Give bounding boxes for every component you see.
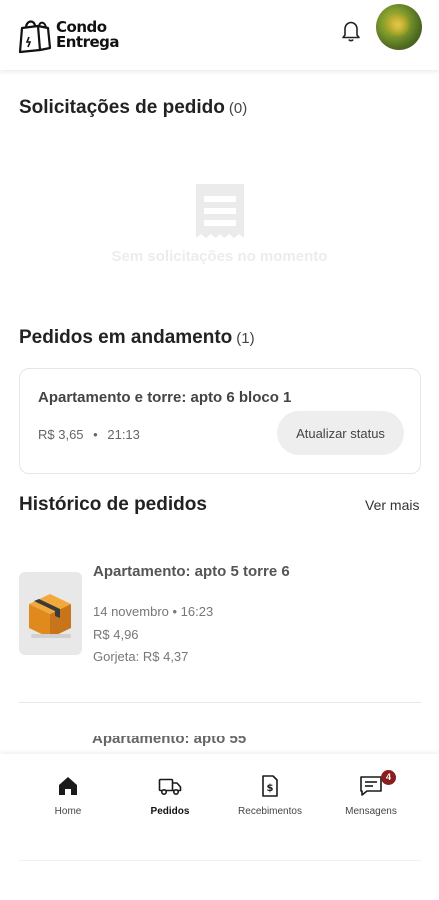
nav-label-mensagens: Mensagens (345, 806, 397, 817)
bottom-navigation: Home Pedidos $ Recebimentos 4 Mensagens (0, 754, 439, 900)
nav-item-pedidos[interactable]: Pedidos (120, 774, 220, 817)
avatar[interactable] (376, 4, 422, 50)
app-logo[interactable]: Condo Entrega (18, 16, 120, 54)
in-progress-section-title: Pedidos em andamento (1) (19, 327, 255, 349)
order-meta: R$ 3,65 • 21:13 (38, 427, 140, 442)
nav-item-recebimentos[interactable]: $ Recebimentos (220, 774, 320, 817)
requests-title: Solicitações de pedido (19, 97, 225, 118)
svg-text:$: $ (267, 783, 274, 794)
nav-label-pedidos: Pedidos (150, 806, 190, 817)
message-icon (360, 776, 382, 796)
nav-label-home: Home (54, 806, 82, 817)
history-title: Histórico de pedidos (19, 494, 207, 515)
nav-item-mensagens[interactable]: 4 Mensagens (321, 770, 421, 817)
requests-section-title: Solicitações de pedido (0) (19, 97, 247, 119)
order-time: 21:13 (107, 427, 140, 442)
order-thumbnail (19, 572, 82, 655)
bell-icon[interactable] (340, 19, 362, 43)
empty-requests-text: Sem solicitações no momento (111, 248, 328, 265)
nav-item-home[interactable]: Home (18, 774, 118, 817)
history-item-tip: Gorjeta: R$ 4,37 (93, 649, 189, 664)
order-separator: • (93, 427, 98, 442)
list-divider (19, 702, 421, 703)
order-card[interactable]: Apartamento e torre: apto 6 bloco 1 R$ 3… (19, 368, 421, 474)
nav-label-recebimentos: Recebimentos (238, 806, 302, 817)
history-item-price: R$ 4,96 (93, 627, 139, 642)
in-progress-title: Pedidos em andamento (19, 327, 233, 348)
requests-count: (0) (228, 100, 248, 117)
home-icon (59, 777, 77, 795)
order-price: R$ 3,65 (38, 427, 84, 442)
truck-icon (158, 778, 182, 796)
shopping-bag-logo-icon (18, 20, 52, 54)
app-header: Condo Entrega (0, 0, 439, 70)
history-item-title: Apartamento: apto 5 torre 6 (93, 563, 290, 580)
logo-text-line2: Entrega (56, 33, 120, 51)
history-item-datetime: 14 novembro • 16:23 (93, 604, 214, 619)
messages-badge: 4 (381, 770, 396, 785)
in-progress-count: (1) (236, 330, 255, 347)
history-list-item-partial[interactable]: Apartamento: apto 55 (92, 736, 262, 746)
receipt-icon (196, 184, 244, 238)
package-box-icon (29, 594, 71, 638)
nav-bottom-divider (19, 860, 421, 861)
order-title: Apartamento e torre: apto 6 bloco 1 (38, 389, 292, 406)
history-item-title-partial: Apartamento: apto 55 (92, 736, 247, 746)
history-list-item[interactable]: Apartamento: apto 5 torre 6 14 novembro … (19, 562, 421, 682)
update-status-button[interactable]: Atualizar status (277, 411, 404, 455)
history-section-title: Histórico de pedidos (19, 494, 207, 516)
see-more-link[interactable]: Ver mais (365, 497, 419, 513)
money-document-icon: $ (262, 775, 278, 797)
